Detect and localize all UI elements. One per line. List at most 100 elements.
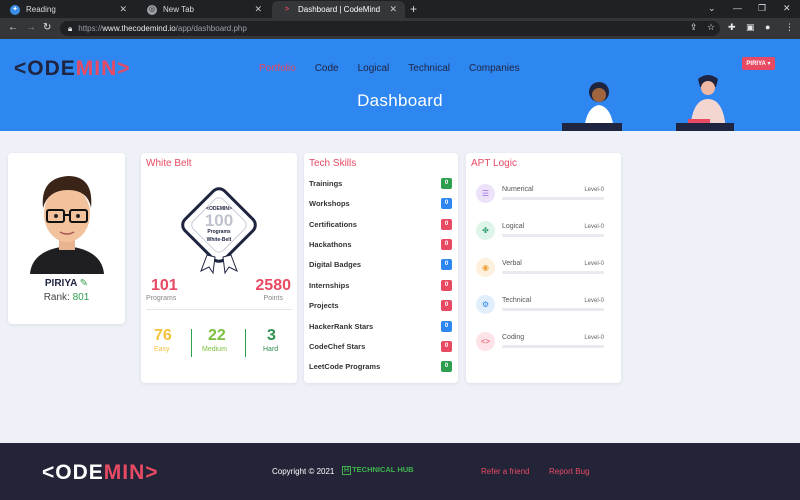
skill-label: HackerRank Stars [309, 322, 374, 331]
points-value: 2580 [255, 277, 291, 294]
skill-row-leetcode[interactable]: LeetCode Programs 0 [309, 360, 452, 374]
apt-level: Level-0 [584, 298, 604, 304]
nav-companies[interactable]: Companies [469, 63, 520, 74]
reading-icon: ✦ [10, 4, 20, 15]
apt-progress-bar [502, 345, 604, 348]
technical-hub-logo[interactable]: H TECHNICAL HUB [342, 465, 414, 475]
apt-level: Level-0 [584, 261, 604, 267]
tech-skills-card: Tech Skills Trainings 0 Workshops 0 Certif… [304, 153, 458, 383]
skill-row-trainings[interactable]: Trainings 0 [309, 177, 452, 191]
new-tab-button[interactable]: + [410, 2, 417, 16]
apt-logic-card: APT Logic ☰ Numerical Level-0 ✤ Logical … [466, 153, 621, 383]
url-host: www.thecodemind.io [102, 24, 176, 33]
browser-toolbar: ← → ↻ 🔒︎ https://www.thecodemind.io/app/… [0, 18, 800, 39]
site-logo[interactable]: <ODEMIN> [14, 57, 131, 81]
skill-count-badge: 0 [441, 300, 452, 311]
badge-sub: Programs [207, 229, 231, 235]
programs-label: Programs [146, 295, 177, 302]
skill-row-certifications[interactable]: Certifications 0 [309, 218, 452, 232]
lock-icon: 🔒︎ [68, 23, 73, 33]
codemind-icon: > [284, 5, 290, 13]
footer-logo[interactable]: <ODEMIN> [42, 461, 159, 485]
site-footer: <ODEMIN> Copyright © 2021 H TECHNICAL HUB… [0, 443, 800, 500]
profile-name: PIRIYA ✎ [8, 278, 125, 289]
skill-count-badge: 0 [441, 341, 452, 352]
code-icon: <> [476, 332, 495, 351]
logo-left: <ODE [14, 57, 76, 80]
report-bug-link[interactable]: Report Bug [549, 467, 589, 476]
skill-row-projects[interactable]: Projects 0 [309, 299, 452, 313]
star-icon[interactable]: ☆ [707, 22, 715, 33]
chevron-down-icon[interactable]: ⌄ [708, 3, 716, 14]
skill-label: Projects [309, 301, 339, 310]
points-label: Points [263, 295, 283, 302]
footer-logo-left: <ODE [42, 461, 104, 484]
skill-row-workshops[interactable]: Workshops 0 [309, 197, 452, 211]
profile-icon[interactable]: ● [765, 22, 770, 32]
address-bar[interactable]: 🔒︎ https://www.thecodemind.io/app/dashbo… [60, 21, 720, 36]
apt-logic-title: APT Logic [471, 158, 517, 169]
tab-title: New Tab [163, 5, 194, 14]
tab-reading[interactable]: ✦ Reading ✕ [0, 1, 135, 18]
apt-progress-bar [502, 197, 604, 200]
globe-icon: ◎ [147, 4, 157, 15]
apt-progress-bar [502, 234, 604, 237]
profile-rank: Rank: 801 [8, 292, 125, 303]
skill-count-badge: 0 [441, 198, 452, 209]
apt-progress-bar [502, 308, 604, 311]
nav-portfolio[interactable]: Portfolio [259, 63, 296, 74]
skill-row-digital-badges[interactable]: Digital Badges 0 [309, 258, 452, 272]
tab-title: Dashboard | CodeMind [298, 5, 381, 14]
apt-level: Level-0 [584, 187, 604, 193]
close-icon[interactable]: ✕ [254, 4, 262, 15]
share-icon[interactable]: ⇪ [690, 22, 698, 33]
rank-label: Rank: [43, 292, 70, 303]
skill-label: Hackathons [309, 240, 352, 249]
apt-label: Verbal [502, 260, 522, 267]
skill-count-badge: 0 [441, 321, 452, 332]
reload-icon[interactable]: ↻ [43, 22, 51, 33]
nav-code[interactable]: Code [315, 63, 339, 74]
level-separator [245, 329, 246, 357]
apt-row-technical[interactable]: ⚙ Technical Level-0 [476, 295, 604, 319]
skill-row-internships[interactable]: Internships 0 [309, 279, 452, 293]
minimize-icon[interactable]: — [733, 3, 742, 13]
extensions-icon[interactable]: ✚ [728, 22, 736, 33]
apt-progress-bar [502, 271, 604, 274]
badge-number: 100 [204, 211, 234, 230]
back-icon[interactable]: ← [8, 22, 18, 33]
refer-friend-link[interactable]: Refer a friend [481, 467, 529, 476]
close-icon[interactable]: ✕ [389, 4, 397, 15]
logo-right: MIN> [75, 57, 131, 80]
sidepanel-icon[interactable]: ▣ [746, 22, 755, 33]
skill-label: Internships [309, 281, 350, 290]
skill-count-badge: 0 [441, 219, 452, 230]
skill-row-hackerrank[interactable]: HackerRank Stars 0 [309, 320, 452, 334]
apt-row-numerical[interactable]: ☰ Numerical Level-0 [476, 184, 604, 208]
nav-logical[interactable]: Logical [358, 63, 390, 74]
belt-card: White Belt <ODEMIN> 100 Programs White-B… [141, 153, 297, 383]
nav-technical[interactable]: Technical [408, 63, 450, 74]
skill-label: CodeChef Stars [309, 342, 366, 351]
browser-tab-strip: ✦ Reading ✕ ◎ New Tab ✕ > Dashboard | Co… [0, 0, 800, 18]
close-icon[interactable]: ✕ [119, 4, 127, 15]
skill-label: Certifications [309, 220, 357, 229]
apt-row-coding[interactable]: <> Coding Level-0 [476, 332, 604, 356]
tab-dashboard[interactable]: > Dashboard | CodeMind ✕ [272, 1, 405, 18]
level-separator [191, 329, 192, 357]
skill-row-codechef[interactable]: CodeChef Stars 0 [309, 340, 452, 354]
forward-icon[interactable]: → [26, 22, 36, 33]
restore-icon[interactable]: ❐ [758, 3, 766, 14]
edit-icon[interactable]: ✎ [80, 278, 88, 289]
apt-row-logical[interactable]: ✤ Logical Level-0 [476, 221, 604, 245]
copyright-text: Copyright © 2021 [272, 467, 335, 476]
apt-label: Numerical [502, 186, 534, 193]
menu-icon[interactable]: ⋮ [785, 22, 794, 33]
apt-row-verbal[interactable]: ◉ Verbal Level-0 [476, 258, 604, 282]
close-window-icon[interactable]: ✕ [783, 3, 791, 14]
skill-label: Trainings [309, 179, 343, 188]
medium-label: Medium [202, 346, 227, 353]
skill-count-badge: 0 [441, 280, 452, 291]
skill-row-hackathons[interactable]: Hackathons 0 [309, 238, 452, 252]
tab-new-tab[interactable]: ◎ New Tab ✕ [137, 1, 270, 18]
